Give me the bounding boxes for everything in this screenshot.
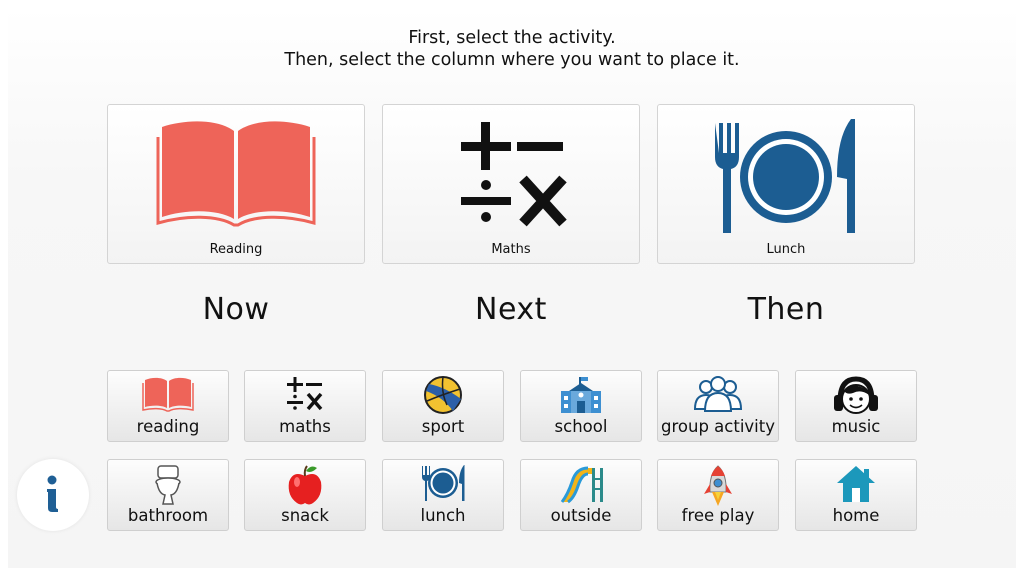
schedule-card-label: Reading [209, 242, 263, 257]
activity-tile-snack[interactable]: snack [244, 459, 366, 531]
math-symbols-icon [287, 377, 323, 411]
plate-cutlery-icon [715, 119, 855, 233]
activity-tile-reading[interactable]: reading [107, 370, 229, 442]
activity-tile-sport[interactable]: sport [382, 370, 504, 442]
activity-label: home [832, 506, 880, 525]
slide-icon [560, 466, 603, 504]
schedule-card-next[interactable]: Maths [382, 104, 640, 264]
activity-tile-group-activity[interactable]: group activity [657, 370, 779, 442]
headphones-icon [834, 376, 878, 414]
math-symbols-icon [461, 122, 567, 227]
schedule-card-label: Maths [491, 242, 531, 257]
book-icon [142, 377, 194, 412]
activity-label: reading [136, 417, 200, 436]
instruction-line-1: First, select the activity. [408, 28, 616, 48]
activity-label: maths [279, 417, 331, 436]
plate-cutlery-icon [422, 465, 465, 501]
column-heading-now[interactable]: Now [107, 292, 365, 327]
activity-label: snack [281, 506, 329, 525]
activity-label: lunch [420, 506, 466, 525]
info-button[interactable] [17, 459, 89, 531]
instruction-line-2: Then, select the column where you want t… [284, 50, 740, 70]
activity-label: outside [550, 506, 612, 525]
activity-label: free play [681, 506, 755, 525]
activity-tile-lunch[interactable]: lunch [382, 459, 504, 531]
book-icon [156, 121, 316, 227]
activity-tile-school[interactable]: school [520, 370, 642, 442]
school-building-icon [561, 377, 601, 413]
rocket-icon [704, 465, 732, 506]
activity-label: bathroom [127, 506, 209, 525]
schedule-card-now[interactable]: Reading [107, 104, 365, 264]
house-icon [837, 466, 875, 502]
schedule-card-label: Lunch [766, 242, 806, 257]
info-icon [47, 475, 58, 512]
activity-tile-outside[interactable]: outside [520, 459, 642, 531]
people-group-icon [693, 376, 743, 412]
activity-label: group activity [661, 417, 775, 436]
column-heading-then[interactable]: Then [657, 292, 915, 327]
instructions: First, select the activity. Then, select… [0, 27, 1024, 71]
activity-tile-bathroom[interactable]: bathroom [107, 459, 229, 531]
activity-label: music [831, 417, 881, 436]
activity-tile-home[interactable]: home [795, 459, 917, 531]
activity-tile-maths[interactable]: maths [244, 370, 366, 442]
activity-label: sport [421, 417, 465, 436]
activity-tile-music[interactable]: music [795, 370, 917, 442]
column-heading-next[interactable]: Next [382, 292, 640, 327]
toilet-icon [155, 465, 181, 505]
schedule-card-then[interactable]: Lunch [657, 104, 915, 264]
volleyball-icon [424, 376, 462, 414]
apple-icon [288, 465, 322, 505]
activity-label: school [554, 417, 608, 436]
activity-tile-free-play[interactable]: free play [657, 459, 779, 531]
